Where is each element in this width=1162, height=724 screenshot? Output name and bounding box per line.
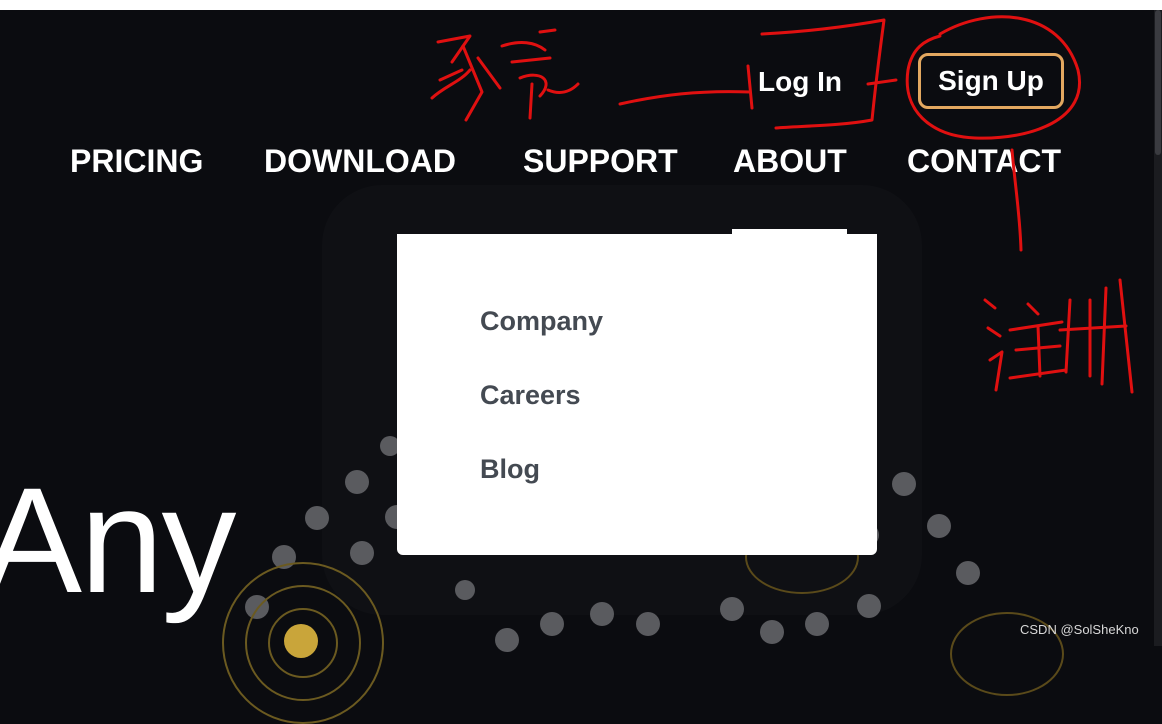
bg-gold-dot: [284, 624, 318, 658]
about-dropdown-menu: Company Careers Blog: [397, 234, 877, 555]
bg-dot: [720, 597, 744, 621]
bg-dot: [345, 470, 369, 494]
nav-item-contact[interactable]: CONTACT: [907, 143, 1061, 180]
bg-dot: [956, 561, 980, 585]
nav-item-pricing[interactable]: PRICING: [70, 143, 203, 180]
login-bracket-tick: [866, 78, 898, 86]
signup-handwriting-glyphs: [983, 278, 1134, 394]
scrollbar[interactable]: [1154, 10, 1162, 646]
login-button[interactable]: Log In: [744, 56, 856, 108]
bg-dot: [892, 472, 916, 496]
dropdown-item-careers[interactable]: Careers: [480, 380, 581, 411]
watermark: CSDN @SolSheKno: [1020, 622, 1139, 637]
browser-top-strip: [0, 0, 1162, 10]
login-handwriting-glyphs: [430, 28, 580, 122]
bg-dot: [540, 612, 564, 636]
nav-item-support[interactable]: SUPPORT: [523, 143, 678, 180]
login-connector-line: [618, 90, 752, 106]
bg-dot: [590, 602, 614, 626]
nav-item-about[interactable]: ABOUT: [733, 143, 847, 180]
hero-headline: Any: [0, 456, 236, 624]
bg-dot: [927, 514, 951, 538]
dropdown-item-company[interactable]: Company: [480, 306, 603, 337]
signup-button[interactable]: Sign Up: [918, 53, 1064, 109]
bg-dot: [305, 506, 329, 530]
scrollbar-thumb[interactable]: [1155, 10, 1161, 155]
nav-item-download[interactable]: DOWNLOAD: [264, 143, 456, 180]
bg-dot: [805, 612, 829, 636]
bg-dot: [636, 612, 660, 636]
dropdown-item-blog[interactable]: Blog: [480, 454, 540, 485]
bg-dot: [857, 594, 881, 618]
bg-dot: [350, 541, 374, 565]
bg-dot: [455, 580, 475, 600]
bg-dot: [760, 620, 784, 644]
bg-dot: [495, 628, 519, 652]
